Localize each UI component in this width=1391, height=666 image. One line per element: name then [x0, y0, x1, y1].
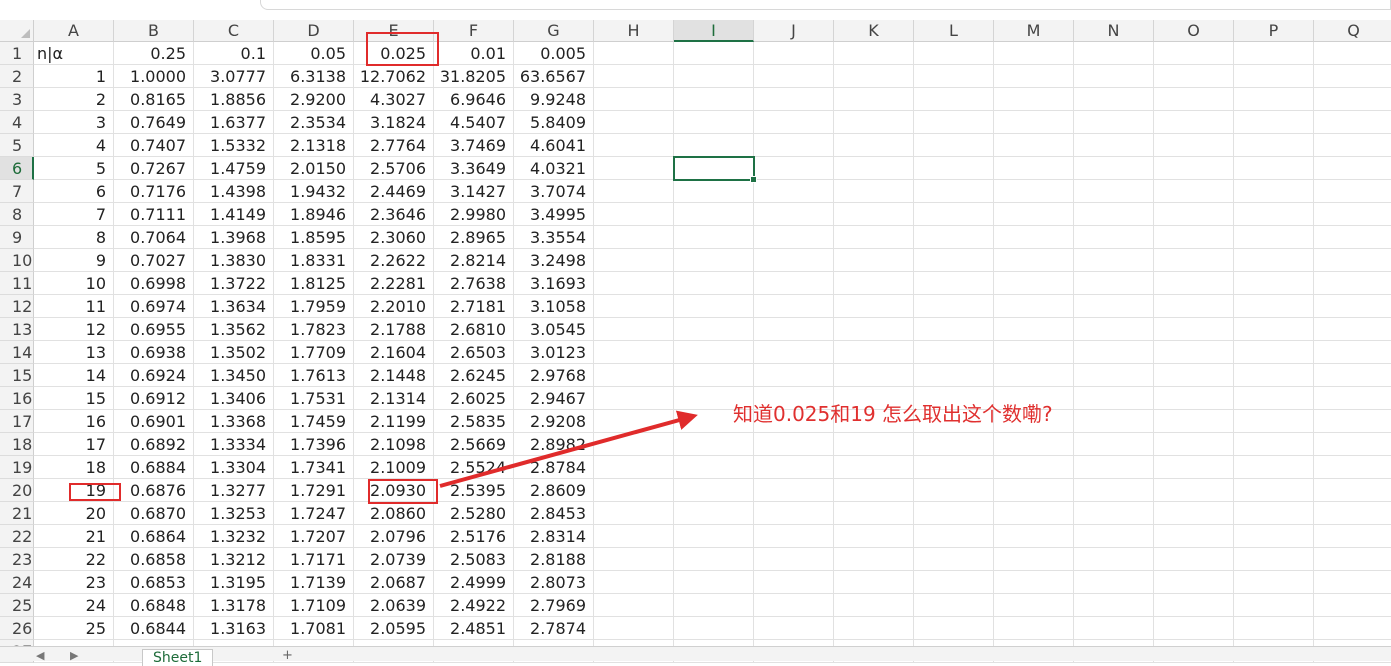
- selected-cell-outline: [673, 156, 757, 183]
- sheet-tab-bar: ◀ ▶ Sheet1 +: [0, 646, 1391, 666]
- tab-scroll-left-icon[interactable]: ◀: [36, 649, 44, 662]
- tab-scroll-right-icon[interactable]: ▶: [70, 649, 78, 662]
- sheet-tab-sheet1[interactable]: Sheet1: [142, 649, 214, 666]
- annotation-arrow: [439, 410, 698, 488]
- annotation-question: 知道0.025和19 怎么取出这个数嘞?: [733, 402, 1053, 426]
